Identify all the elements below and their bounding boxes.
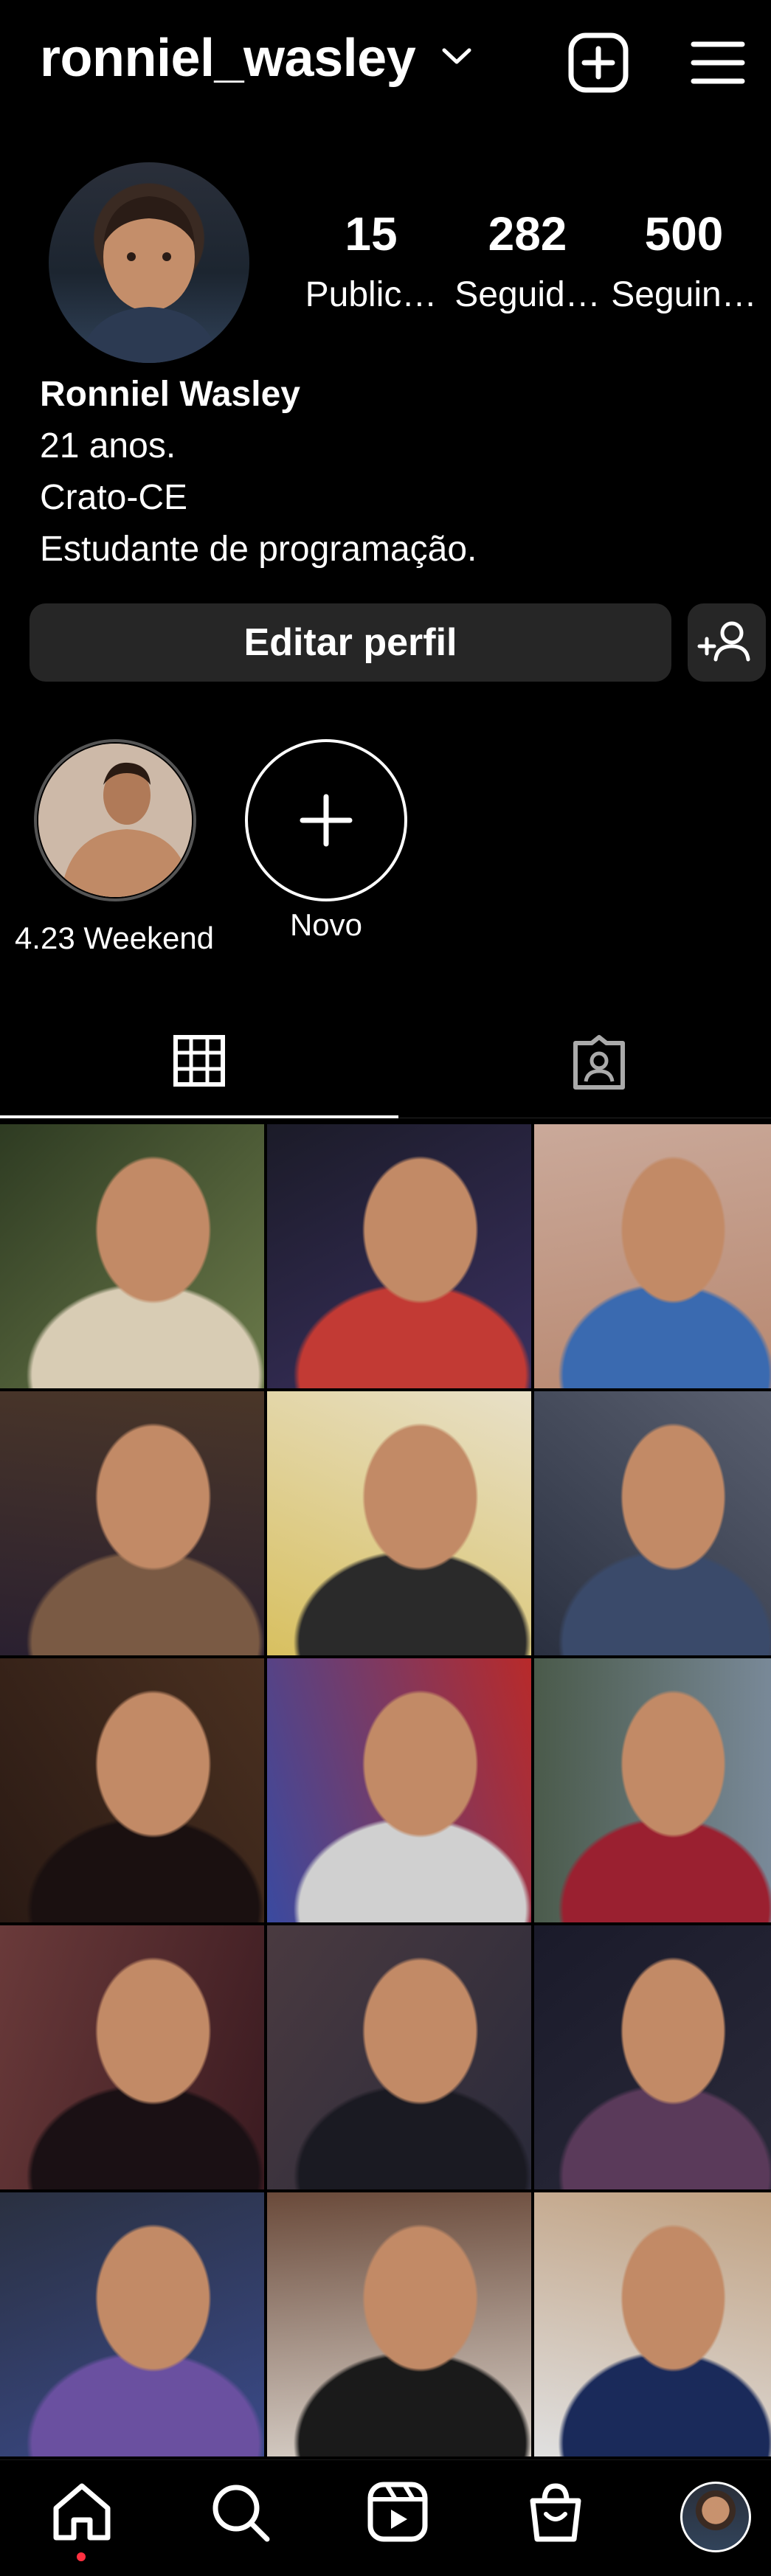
following-label: Seguin… [611, 275, 757, 314]
post-thumbnail[interactable] [534, 2192, 771, 2456]
bio-line-age: 21 anos. [40, 426, 176, 465]
profile-avatar-nav[interactable] [680, 2482, 751, 2552]
post-thumbnail[interactable] [267, 1925, 531, 2189]
display-name: Ronniel Wasley [40, 375, 300, 414]
home-notification-dot [77, 2552, 86, 2561]
following-count: 500 [644, 207, 724, 260]
account-username[interactable]: ronniel_wasley [40, 28, 416, 89]
highlight-photo [38, 744, 192, 897]
post-thumbnail[interactable] [534, 1391, 771, 1655]
post-thumbnail[interactable] [267, 2192, 531, 2456]
posts-label: Public… [305, 275, 438, 314]
post-thumbnail[interactable] [534, 1658, 771, 1922]
avatar-photo [78, 196, 220, 363]
post-thumbnail[interactable] [534, 1124, 771, 1388]
reels-icon[interactable] [364, 2479, 431, 2545]
new-highlight-button[interactable] [245, 739, 407, 901]
new-post-icon[interactable] [567, 31, 630, 94]
post-thumbnail[interactable] [0, 1124, 264, 1388]
post-thumbnail[interactable] [534, 1925, 771, 2189]
post-thumbnail[interactable] [0, 2192, 264, 2456]
plus-icon [300, 794, 353, 847]
followers-count: 282 [488, 207, 567, 260]
post-thumbnail[interactable] [0, 1658, 264, 1922]
chevron-down-icon[interactable] [441, 46, 472, 66]
add-person-icon [697, 621, 750, 662]
highlight-weekend[interactable] [38, 744, 192, 897]
bio-line-location: Crato-CE [40, 478, 188, 517]
post-thumbnail[interactable] [267, 1658, 531, 1922]
tab-posts-grid[interactable] [0, 1033, 398, 1115]
stat-followers[interactable]: 282 Seguid… [450, 207, 605, 315]
post-thumbnail[interactable] [267, 1124, 531, 1388]
home-icon[interactable] [49, 2479, 115, 2545]
post-thumbnail[interactable] [267, 1391, 531, 1655]
discover-people-button[interactable] [688, 603, 766, 682]
active-tab-indicator [0, 1115, 398, 1118]
tab-tagged[interactable] [398, 1033, 771, 1115]
post-thumbnail[interactable] [0, 1925, 264, 2189]
post-thumbnail[interactable] [0, 1391, 264, 1655]
posts-count: 15 [345, 207, 398, 260]
profile-bio: Ronniel Wasley 21 anos. Crato-CE Estudan… [40, 369, 477, 575]
shop-icon[interactable] [522, 2479, 589, 2545]
stat-posts[interactable]: 15 Public… [294, 207, 449, 315]
profile-avatar[interactable] [49, 162, 249, 363]
posts-grid [0, 1124, 771, 2459]
followers-label: Seguid… [454, 275, 601, 314]
edit-profile-button[interactable]: Editar perfil [30, 603, 671, 682]
search-icon[interactable] [207, 2479, 273, 2545]
grid-icon [173, 1035, 225, 1087]
menu-icon[interactable] [686, 31, 750, 94]
bio-line-occupation: Estudante de programação. [40, 530, 477, 569]
highlight-label-weekend: 4.23 Weekend [14, 921, 215, 955]
highlight-label-new: Novo [289, 907, 363, 942]
stat-following[interactable]: 500 Seguin… [606, 207, 761, 315]
tagged-icon [573, 1035, 625, 1090]
